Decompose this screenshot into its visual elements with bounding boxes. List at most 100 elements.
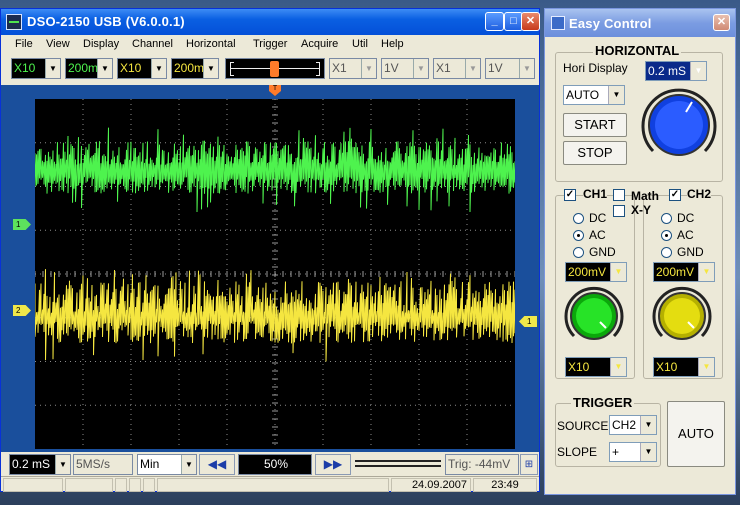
math-checkbox[interactable] (613, 189, 625, 201)
ch1-probe-select[interactable]: X10 ▼ (11, 58, 61, 79)
chevron-down-icon: ▼ (610, 358, 626, 376)
menu-display[interactable]: Display (83, 38, 119, 50)
ch2-checkbox[interactable]: ✓ (669, 189, 681, 201)
math-volts-value: 1V (384, 61, 399, 75)
trigger-auto-button[interactable]: AUTO (667, 401, 725, 467)
ch2-gnd-radio[interactable] (661, 247, 672, 258)
ch1-volts-combo[interactable]: 200mV ▼ (565, 262, 627, 282)
menu-help[interactable]: Help (381, 38, 404, 50)
menu-file[interactable]: File (15, 38, 33, 50)
horizontal-position-value: 50% (263, 457, 289, 471)
chevron-down-icon: ▼ (698, 358, 714, 376)
ref-probe-select[interactable]: X1 ▼ (433, 58, 481, 79)
status-bar: 24.09.2007 23:49 (1, 476, 539, 492)
ch2-probe-select[interactable]: X10 ▼ (117, 58, 167, 79)
ch1-gnd-radio[interactable] (573, 247, 584, 258)
acquire-mode-select[interactable]: Min ▼ (137, 454, 197, 475)
ch1-volts-select[interactable]: 200mV ▼ (65, 58, 113, 79)
ch2-gnd-label: GND (677, 245, 704, 259)
math-volts-select[interactable]: 1V ▼ (381, 58, 429, 79)
ref-probe-value: X1 (436, 61, 451, 75)
horizontal-knob[interactable] (639, 85, 719, 165)
menu-acquire[interactable]: Acquire (301, 38, 338, 50)
ch1-probe-combo[interactable]: X10 ▼ (565, 357, 627, 377)
xy-checkbox[interactable] (613, 205, 625, 217)
ch2-ac-label: AC (677, 228, 694, 242)
trigger-position-marker[interactable]: T (269, 85, 281, 96)
ch2-probe-value: X10 (120, 61, 142, 75)
channel-toolbar: X10 ▼ 200mV ▼ X10 ▼ 200mV ▼ X1 ▼ 1V ▼ X1… (1, 56, 539, 84)
trigger-source-select[interactable]: CH2 ▼ (609, 415, 657, 435)
chevron-down-icon: ▼ (361, 59, 376, 78)
ch1-checkbox[interactable]: ✓ (564, 189, 576, 201)
ch2-level-marker[interactable]: 2 (13, 305, 31, 316)
menu-util[interactable]: Util (352, 38, 368, 50)
trigger-level-marker[interactable]: 1 (519, 316, 537, 327)
start-button[interactable]: START (563, 113, 627, 137)
ch1-gnd-label: GND (589, 245, 616, 259)
ch1-dc-label: DC (589, 211, 607, 225)
scope-screen[interactable] (35, 99, 515, 449)
ref-volts-select[interactable]: 1V ▼ (485, 58, 535, 79)
chevron-down-icon: ▼ (640, 443, 656, 461)
forward-icon: ▶▶ (323, 457, 343, 471)
chevron-down-icon: ▼ (97, 59, 112, 78)
menu-channel[interactable]: Channel (132, 38, 173, 50)
menu-trigger[interactable]: Trigger (253, 38, 287, 50)
easy-control-close-button[interactable]: ✕ (713, 14, 730, 31)
horizontal-group-title: HORIZONTAL (593, 43, 682, 58)
chevron-down-icon: ▼ (465, 59, 480, 78)
trigger-source-value: CH2 (612, 418, 637, 432)
hori-mode-value: AUTO (566, 88, 600, 102)
chevron-down-icon: ▼ (55, 455, 70, 474)
ch2-dc-label: DC (677, 211, 695, 225)
ch1-ac-label: AC (589, 228, 606, 242)
trigger-position-handle[interactable] (270, 61, 279, 77)
ch1-probe-value: X10 (14, 61, 36, 75)
ch2-volts-select[interactable]: 200mV ▼ (171, 58, 219, 79)
status-date: 24.09.2007 (391, 478, 471, 492)
main-titlebar[interactable]: DSO-2150 USB (V6.0.0.1) _ □ ✕ (1, 9, 540, 35)
close-button[interactable]: ✕ (521, 12, 540, 31)
ch2-volts-combo-value: 200mV (656, 265, 695, 279)
stop-button[interactable]: STOP (563, 141, 627, 165)
ch1-level-marker[interactable]: 1 (13, 219, 31, 230)
ch1-volts-knob[interactable] (563, 285, 625, 347)
hori-display-label: Hori Display (563, 61, 628, 75)
zoom-icon[interactable]: ⊞ (520, 454, 538, 475)
ch2-volts-knob[interactable] (651, 285, 713, 347)
trigger-slope-select[interactable]: + ▼ (609, 442, 657, 462)
timebase-select[interactable]: 0.2 mS ▼ (9, 454, 71, 475)
chevron-down-icon: ▼ (181, 455, 196, 474)
ch2-dc-radio[interactable] (661, 213, 672, 224)
chevron-down-icon: ▼ (608, 86, 624, 104)
scroll-left-button[interactable]: ◀◀ (199, 454, 235, 475)
slope-label: SLOPE (557, 445, 598, 459)
horizontal-scroll-track[interactable] (355, 457, 441, 471)
scope-display-frame: T 1 2 1 (1, 85, 539, 452)
math-probe-select[interactable]: X1 ▼ (329, 58, 377, 79)
trigger-position-slider[interactable] (225, 58, 325, 79)
menu-horizontal[interactable]: Horizontal (186, 38, 236, 50)
ch1-ac-radio[interactable] (573, 230, 584, 241)
easy-control-titlebar[interactable]: Easy Control ✕ (545, 9, 735, 37)
ch1-probe-combo-value: X10 (568, 360, 590, 374)
ch2-ac-radio[interactable] (661, 230, 672, 241)
ch2-label: CH2 (687, 187, 712, 201)
horizontal-position-display: 50% (238, 454, 312, 475)
ch1-dc-radio[interactable] (573, 213, 584, 224)
ch2-probe-combo[interactable]: X10 ▼ (653, 357, 715, 377)
chevron-down-icon: ▼ (610, 263, 626, 281)
menu-view[interactable]: View (46, 38, 70, 50)
status-time: 23:49 (473, 478, 537, 492)
scope-app-icon (6, 14, 22, 30)
scroll-right-button[interactable]: ▶▶ (315, 454, 351, 475)
hori-mode-select[interactable]: AUTO ▼ (563, 85, 625, 105)
ref-volts-value: 1V (488, 61, 503, 75)
hori-timebase-value: 0.2 mS (648, 64, 687, 78)
close-icon: ✕ (716, 16, 727, 28)
minimize-button[interactable]: _ (485, 12, 504, 31)
hori-timebase-select[interactable]: 0.2 mS ▼ (645, 61, 707, 81)
math-label: Math (631, 189, 659, 203)
ch2-volts-combo[interactable]: 200mV ▼ (653, 262, 715, 282)
